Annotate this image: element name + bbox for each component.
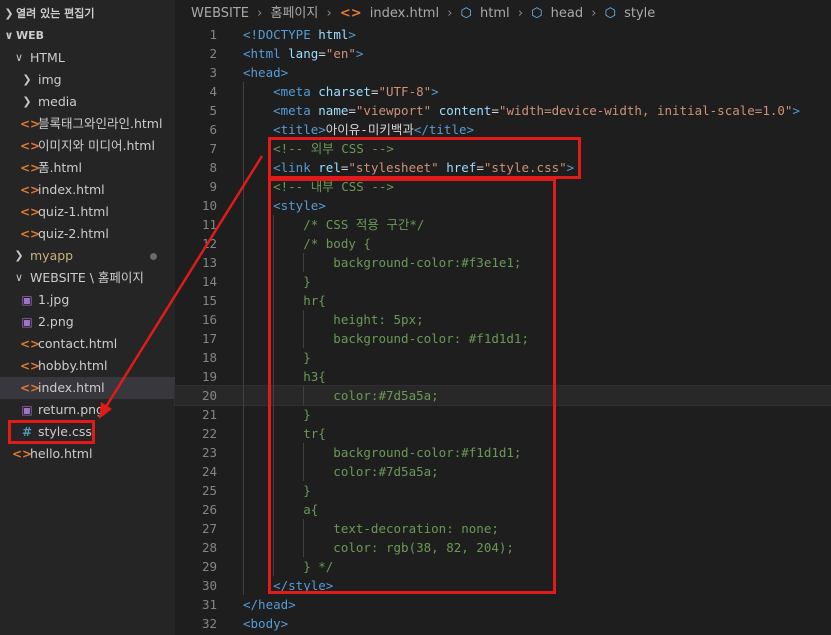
annotation-arrow xyxy=(99,155,264,419)
